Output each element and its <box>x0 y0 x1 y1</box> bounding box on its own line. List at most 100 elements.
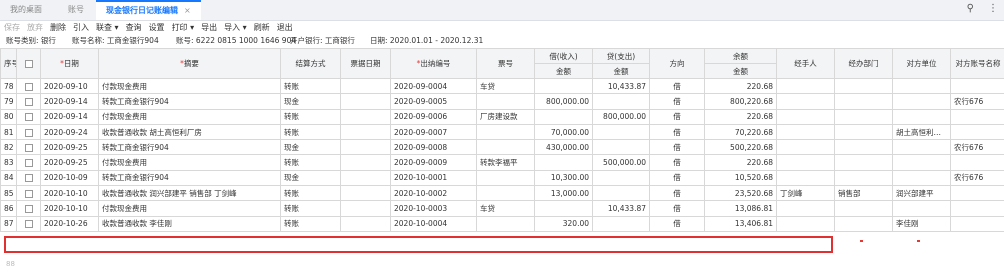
row-select-checkbox[interactable] <box>24 220 33 229</box>
row-select-checkbox[interactable] <box>24 205 33 214</box>
tab-account[interactable]: 账号 <box>58 0 94 20</box>
row-settle[interactable]: 现金 <box>280 139 341 156</box>
row-settle[interactable]: 现金 <box>280 93 341 110</box>
row-balance[interactable]: 23,520.68 <box>704 185 777 202</box>
row-debit[interactable] <box>534 108 593 125</box>
tab-desktop[interactable]: 我的桌面 <box>0 0 52 20</box>
row-balance[interactable]: 70,220.68 <box>704 123 777 141</box>
row-handler[interactable] <box>776 123 835 141</box>
row-unit[interactable] <box>892 77 951 95</box>
row-opp-account[interactable] <box>950 200 1004 217</box>
row-balance[interactable]: 500,220.68 <box>704 139 777 156</box>
row-balance[interactable]: 800,220.68 <box>704 93 777 110</box>
row-dept[interactable] <box>834 93 893 110</box>
row-balance[interactable]: 220.68 <box>704 154 777 171</box>
row-credit[interactable] <box>592 169 650 187</box>
row-date[interactable]: 2020-09-14 <box>40 108 99 125</box>
row-unit[interactable]: 胡土高恒利… <box>892 123 951 141</box>
row-doc-no[interactable]: 2020-09-0006 <box>390 108 477 125</box>
row-handler[interactable] <box>776 108 835 125</box>
row-date[interactable]: 2020-09-24 <box>40 123 99 141</box>
row-doc-no[interactable]: 2020-09-0007 <box>390 123 477 141</box>
table-row[interactable]: 84 2020-10-09 转款工商金银行904 现金 2020-10-0001 10,3… <box>0 169 1004 187</box>
row-opp-account[interactable]: 农行676 <box>950 93 1004 110</box>
row-seq[interactable]: 86 <box>0 200 17 217</box>
row-bill-no[interactable] <box>476 185 535 202</box>
row-bill-no[interactable] <box>476 123 535 141</box>
row-bill-date[interactable] <box>340 185 391 202</box>
row-bill-date[interactable] <box>340 215 391 232</box>
row-select-checkbox[interactable] <box>24 97 33 106</box>
row-opp-account[interactable] <box>950 185 1004 202</box>
row-checkbox[interactable] <box>16 185 41 202</box>
row-debit[interactable]: 10,300.00 <box>534 169 593 187</box>
row-direction[interactable]: 借 <box>649 154 705 171</box>
row-direction[interactable]: 借 <box>649 185 705 202</box>
row-doc-no[interactable]: 2020-10-0004 <box>390 215 477 232</box>
discard-button[interactable]: 放弃 <box>27 21 43 35</box>
row-checkbox[interactable] <box>16 139 41 156</box>
row-opp-account[interactable] <box>950 154 1004 171</box>
row-dept[interactable] <box>834 215 893 232</box>
row-opp-account[interactable] <box>950 215 1004 232</box>
row-bill-date[interactable] <box>340 139 391 156</box>
row-credit[interactable]: 10,433.87 <box>592 77 650 95</box>
settings-button[interactable]: 设置 <box>149 21 165 35</box>
row-direction[interactable]: 借 <box>649 123 705 141</box>
row-direction[interactable]: 借 <box>649 215 705 232</box>
row-settle[interactable]: 转账 <box>280 185 341 202</box>
row-summary[interactable]: 收款普通收款 李佳刚 <box>98 215 281 232</box>
row-summary[interactable]: 收款普通收款 胡土高恒利厂房 <box>98 123 281 141</box>
row-debit[interactable]: 800,000.00 <box>534 93 593 110</box>
row-checkbox[interactable] <box>16 169 41 187</box>
more-icon[interactable]: ⋮ <box>988 3 998 14</box>
row-dept[interactable] <box>834 108 893 125</box>
row-date[interactable]: 2020-09-25 <box>40 154 99 171</box>
row-settle[interactable]: 现金 <box>280 169 341 187</box>
row-seq[interactable]: 78 <box>0 77 17 95</box>
row-debit[interactable] <box>534 200 593 217</box>
row-unit[interactable] <box>892 108 951 125</box>
row-seq[interactable]: 82 <box>0 139 17 156</box>
row-select-checkbox[interactable] <box>24 82 33 91</box>
row-credit[interactable]: 10,433.87 <box>592 200 650 217</box>
row-handler[interactable] <box>776 77 835 95</box>
row-checkbox[interactable] <box>16 93 41 110</box>
row-handler[interactable] <box>776 154 835 171</box>
row-date[interactable]: 2020-10-26 <box>40 215 99 232</box>
row-summary[interactable]: 转款工商金银行904 <box>98 139 281 156</box>
row-date[interactable]: 2020-10-09 <box>40 169 99 187</box>
close-icon[interactable]: × <box>184 6 191 15</box>
import-button[interactable]: 导入 ▾ <box>224 21 247 35</box>
row-balance[interactable]: 220.68 <box>704 108 777 125</box>
row-bill-no[interactable] <box>476 93 535 110</box>
row-settle[interactable]: 转账 <box>280 200 341 217</box>
row-unit[interactable] <box>892 169 951 187</box>
row-bill-date[interactable] <box>340 108 391 125</box>
row-summary[interactable]: 付款现金费用 <box>98 77 281 95</box>
row-summary[interactable]: 付款现金费用 <box>98 154 281 171</box>
export-button[interactable]: 导出 <box>201 21 217 35</box>
row-balance[interactable]: 13,406.81 <box>704 215 777 232</box>
row-bill-date[interactable] <box>340 169 391 187</box>
row-settle[interactable]: 转账 <box>280 108 341 125</box>
row-dept[interactable] <box>834 123 893 141</box>
row-checkbox[interactable] <box>16 123 41 141</box>
row-bill-date[interactable] <box>340 200 391 217</box>
row-credit[interactable]: 800,000.00 <box>592 108 650 125</box>
row-bill-no[interactable]: 车贷 <box>476 200 535 217</box>
row-seq[interactable]: 83 <box>0 154 17 171</box>
row-direction[interactable]: 借 <box>649 200 705 217</box>
row-balance[interactable]: 13,086.81 <box>704 200 777 217</box>
table-row[interactable]: 87 2020-10-26 收款普通收款 李佳刚 转账 2020-10-0004 320.… <box>0 215 1004 232</box>
row-balance[interactable]: 220.68 <box>704 77 777 95</box>
row-opp-account[interactable]: 农行676 <box>950 169 1004 187</box>
row-seq[interactable]: 79 <box>0 93 17 110</box>
row-credit[interactable] <box>592 93 650 110</box>
select-all-checkbox[interactable] <box>24 60 33 68</box>
row-bill-no[interactable] <box>476 139 535 156</box>
row-handler[interactable] <box>776 200 835 217</box>
row-handler[interactable] <box>776 139 835 156</box>
import-ref-button[interactable]: 引入 <box>73 21 89 35</box>
row-debit[interactable]: 430,000.00 <box>534 139 593 156</box>
